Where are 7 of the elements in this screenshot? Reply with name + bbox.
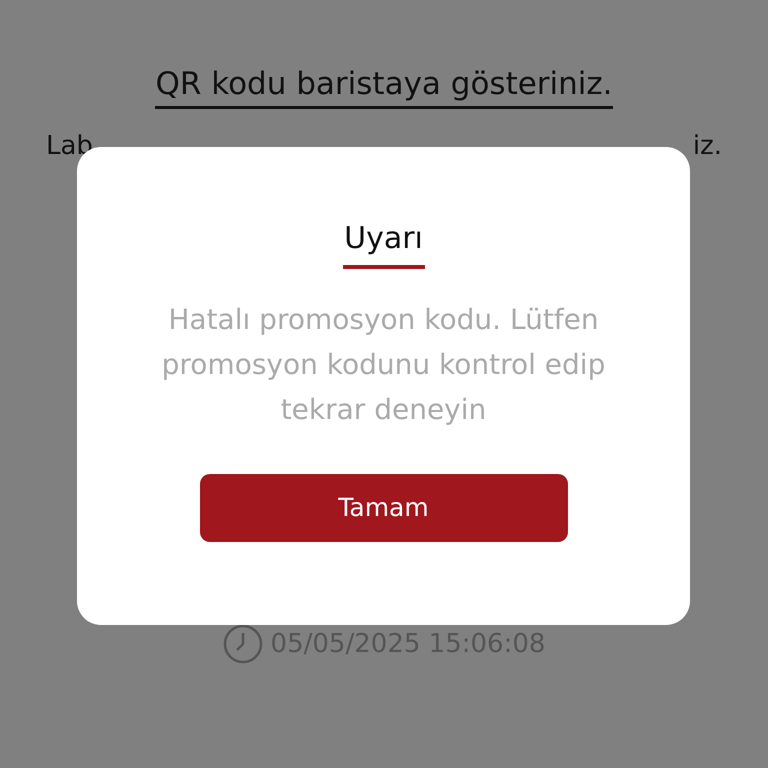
dialog-message: Hatalı promosyon kodu. Lütfen promosyon kodunu kontrol edip tekrar deneyin bbox=[160, 302, 606, 428]
note-text: iz. bbox=[692, 130, 722, 163]
clock-icon bbox=[222, 624, 263, 664]
page-title: QR kodu baristaya gösteriniz. bbox=[155, 64, 613, 109]
ok-button[interactable]: Tamam bbox=[200, 474, 568, 542]
note-text: Lab bbox=[46, 130, 93, 163]
dialog-title: Uyarı bbox=[344, 220, 423, 258]
